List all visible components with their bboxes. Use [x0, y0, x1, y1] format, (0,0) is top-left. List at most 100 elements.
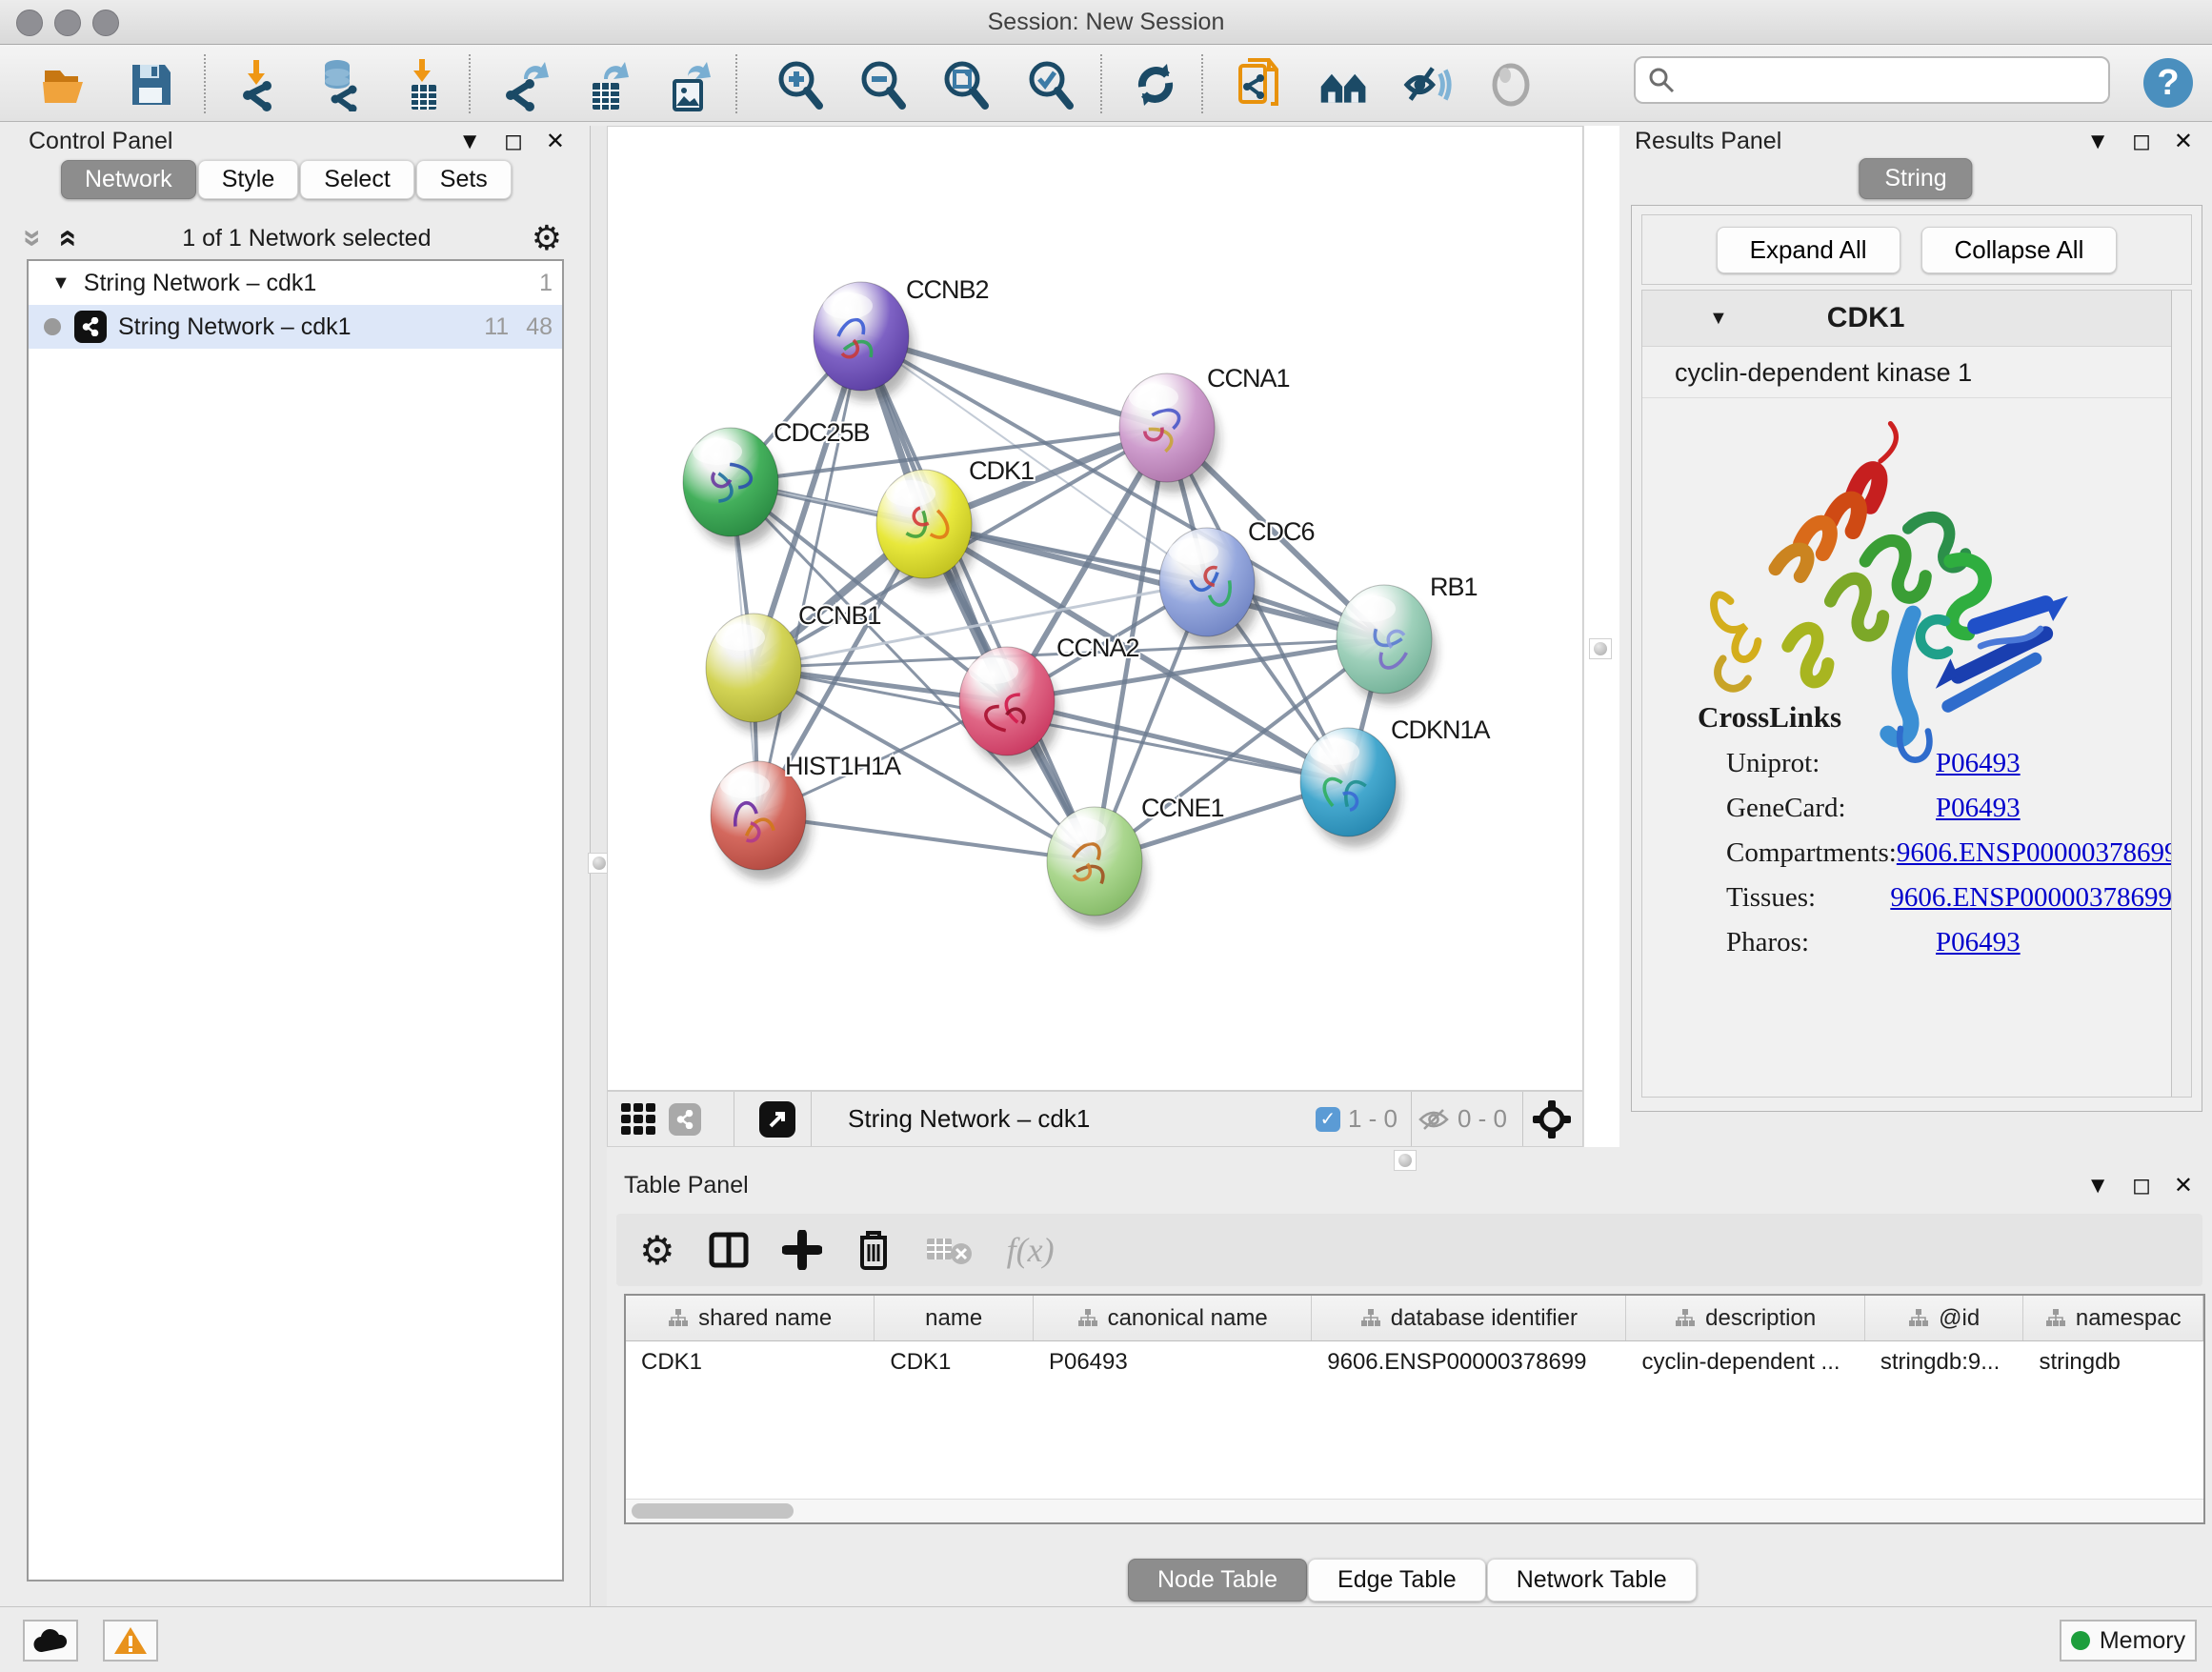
collapse-all-button[interactable]: Collapse All — [1921, 227, 2118, 273]
panel-collapse-icon[interactable]: ▼ — [2086, 1173, 2109, 1199]
window-minimize-button[interactable] — [54, 10, 81, 36]
zoom-fit-icon[interactable] — [939, 58, 993, 111]
tab-network[interactable]: Network — [61, 160, 196, 199]
panel-collapse-icon[interactable]: ▼ — [2086, 129, 2109, 155]
title-bar: Session: New Session — [0, 0, 2212, 45]
results-scrollbar[interactable] — [2171, 291, 2191, 1097]
tree-expand-icon[interactable]: ▼ — [51, 272, 70, 294]
tab-edge-table[interactable]: Edge Table — [1308, 1559, 1486, 1601]
panel-float-icon[interactable]: ◻ — [504, 128, 523, 155]
table-cell[interactable]: P06493 — [1034, 1341, 1312, 1383]
table-cell[interactable]: cyclin-dependent ... — [1626, 1341, 1864, 1383]
create-column-plus-icon[interactable] — [782, 1230, 822, 1270]
import-network-file-icon[interactable] — [232, 58, 286, 111]
column-header-canonical-name[interactable]: canonical name — [1034, 1296, 1312, 1340]
export-network-icon[interactable] — [499, 58, 553, 111]
table-cell[interactable]: CDK1 — [626, 1341, 875, 1383]
table-settings-gear-icon[interactable]: ⚙ — [639, 1227, 675, 1274]
gene-section-header[interactable]: ▼ CDK1 — [1642, 291, 2191, 347]
zoom-selected-icon[interactable] — [1024, 58, 1077, 111]
panel-close-icon[interactable]: ✕ — [546, 128, 565, 155]
crosslink-link[interactable]: P06493 — [1936, 793, 2021, 824]
search-input[interactable] — [1676, 66, 2108, 94]
crosslink-link[interactable]: 9606.ENSP00000378699 — [1890, 882, 2172, 914]
tab-style[interactable]: Style — [198, 160, 299, 199]
crosslink-row: Compartments:9606.ENSP00000378699 — [1642, 837, 2172, 869]
crosslink-link[interactable]: 9606.ENSP00000378699 — [1897, 837, 2179, 869]
results-button-row: Expand All Collapse All — [1641, 214, 2192, 285]
column-header-description[interactable]: description — [1626, 1296, 1864, 1340]
column-header-label: namespac — [2076, 1305, 2182, 1332]
table-cell[interactable]: stringdb:9... — [1865, 1341, 2024, 1383]
panel-float-icon[interactable]: ◻ — [2132, 128, 2151, 155]
column-header-name[interactable]: name — [875, 1296, 1034, 1340]
node-label-CCNA2: CCNA2 — [1056, 634, 1139, 662]
scrollbar-thumb[interactable] — [632, 1503, 794, 1519]
column-header-shared-name[interactable]: shared name — [626, 1296, 875, 1340]
column-header-label: name — [925, 1305, 982, 1332]
export-image-icon[interactable] — [663, 58, 716, 111]
zoom-in-icon[interactable] — [774, 58, 827, 111]
window-close-button[interactable] — [16, 10, 43, 36]
save-session-icon[interactable] — [124, 58, 177, 111]
open-session-icon[interactable] — [38, 58, 91, 111]
expand-all-icon[interactable]: » — [51, 222, 80, 254]
delete-table-icon-disabled — [925, 1233, 975, 1267]
gene-section: ▼ CDK1 cyclin-dependent kinase 1 — [1641, 290, 2192, 1098]
show-columns-icon[interactable] — [708, 1229, 750, 1271]
crosslink-link[interactable]: P06493 — [1936, 748, 2021, 779]
export-table-icon[interactable] — [581, 58, 634, 111]
crosslink-link[interactable]: P06493 — [1936, 927, 2021, 958]
tab-network-table[interactable]: Network Table — [1487, 1559, 1697, 1601]
selected-indicator-checkbox[interactable]: ✓ — [1316, 1107, 1340, 1132]
tab-select[interactable]: Select — [300, 160, 413, 199]
delete-column-trash-icon[interactable] — [855, 1228, 893, 1272]
column-header-database-identifier[interactable]: database identifier — [1312, 1296, 1626, 1340]
column-header-namespac[interactable]: namespac — [2023, 1296, 2203, 1340]
share-file-icon[interactable] — [1233, 58, 1286, 111]
import-network-database-icon[interactable] — [312, 58, 366, 111]
panel-collapse-icon[interactable]: ▼ — [458, 129, 481, 155]
table-cell[interactable]: CDK1 — [875, 1341, 1034, 1383]
right-splitter-handle[interactable] — [1589, 638, 1612, 659]
warning-button[interactable] — [103, 1620, 158, 1662]
cloud-button[interactable] — [23, 1620, 78, 1662]
panel-close-icon[interactable]: ✕ — [2174, 128, 2193, 155]
table-cell[interactable]: stringdb — [2023, 1341, 2203, 1383]
refresh-view-icon[interactable] — [1129, 58, 1182, 111]
shared-column-icon — [1908, 1308, 1929, 1329]
network-overview-icon[interactable] — [1317, 58, 1371, 111]
help-icon[interactable]: ? — [2143, 58, 2193, 108]
expand-all-button[interactable]: Expand All — [1717, 227, 1900, 273]
string-badge-icon[interactable] — [669, 1103, 701, 1136]
grid-view-icon[interactable] — [621, 1103, 655, 1135]
network-options-gear-icon[interactable]: ⚙ — [532, 218, 562, 258]
birds-eye-crosshair-icon[interactable] — [1531, 1098, 1573, 1140]
hide-unhide-icon[interactable] — [1401, 58, 1455, 111]
network-canvas[interactable]: CCNB2CCNA1CDC25BCDK1CDC6RB1CCNB1CCNA2CDK… — [607, 126, 1583, 1091]
tab-sets[interactable]: Sets — [416, 160, 512, 199]
graphics-details-icon[interactable] — [1484, 58, 1538, 111]
tab-string[interactable]: String — [1859, 158, 1972, 199]
collapse-all-icon[interactable]: » — [19, 222, 48, 254]
table-cell[interactable]: 9606.ENSP00000378699 — [1312, 1341, 1626, 1383]
table-horizontal-scrollbar[interactable] — [626, 1499, 2203, 1522]
gene-expand-icon[interactable]: ▼ — [1709, 308, 1728, 330]
panel-close-icon[interactable]: ✕ — [2174, 1172, 2193, 1199]
horizontal-splitter-handle[interactable] — [1394, 1150, 1417, 1171]
zoom-out-icon[interactable] — [856, 58, 910, 111]
network-row[interactable]: String Network – cdk1 11 48 — [29, 305, 562, 349]
column-header-@id[interactable]: @id — [1865, 1296, 2024, 1340]
tab-node-table[interactable]: Node Table — [1128, 1559, 1307, 1601]
status-bar: Memory — [0, 1606, 2212, 1672]
network-collection-row[interactable]: ▼ String Network – cdk1 1 — [29, 261, 562, 305]
window-zoom-button[interactable] — [92, 10, 119, 36]
toolbar-separator — [469, 54, 471, 113]
import-table-file-icon[interactable] — [396, 58, 450, 111]
panel-float-icon[interactable]: ◻ — [2132, 1172, 2151, 1199]
open-in-window-icon[interactable] — [759, 1101, 795, 1138]
table-row[interactable]: CDK1CDK1P064939606.ENSP00000378699cyclin… — [626, 1341, 2203, 1383]
memory-button[interactable]: Memory — [2060, 1620, 2197, 1662]
right-splitter[interactable] — [1583, 126, 1620, 1147]
string-network-graph[interactable]: CCNB2CCNA1CDC25BCDK1CDC6RB1CCNB1CCNA2CDK… — [608, 127, 1582, 1090]
